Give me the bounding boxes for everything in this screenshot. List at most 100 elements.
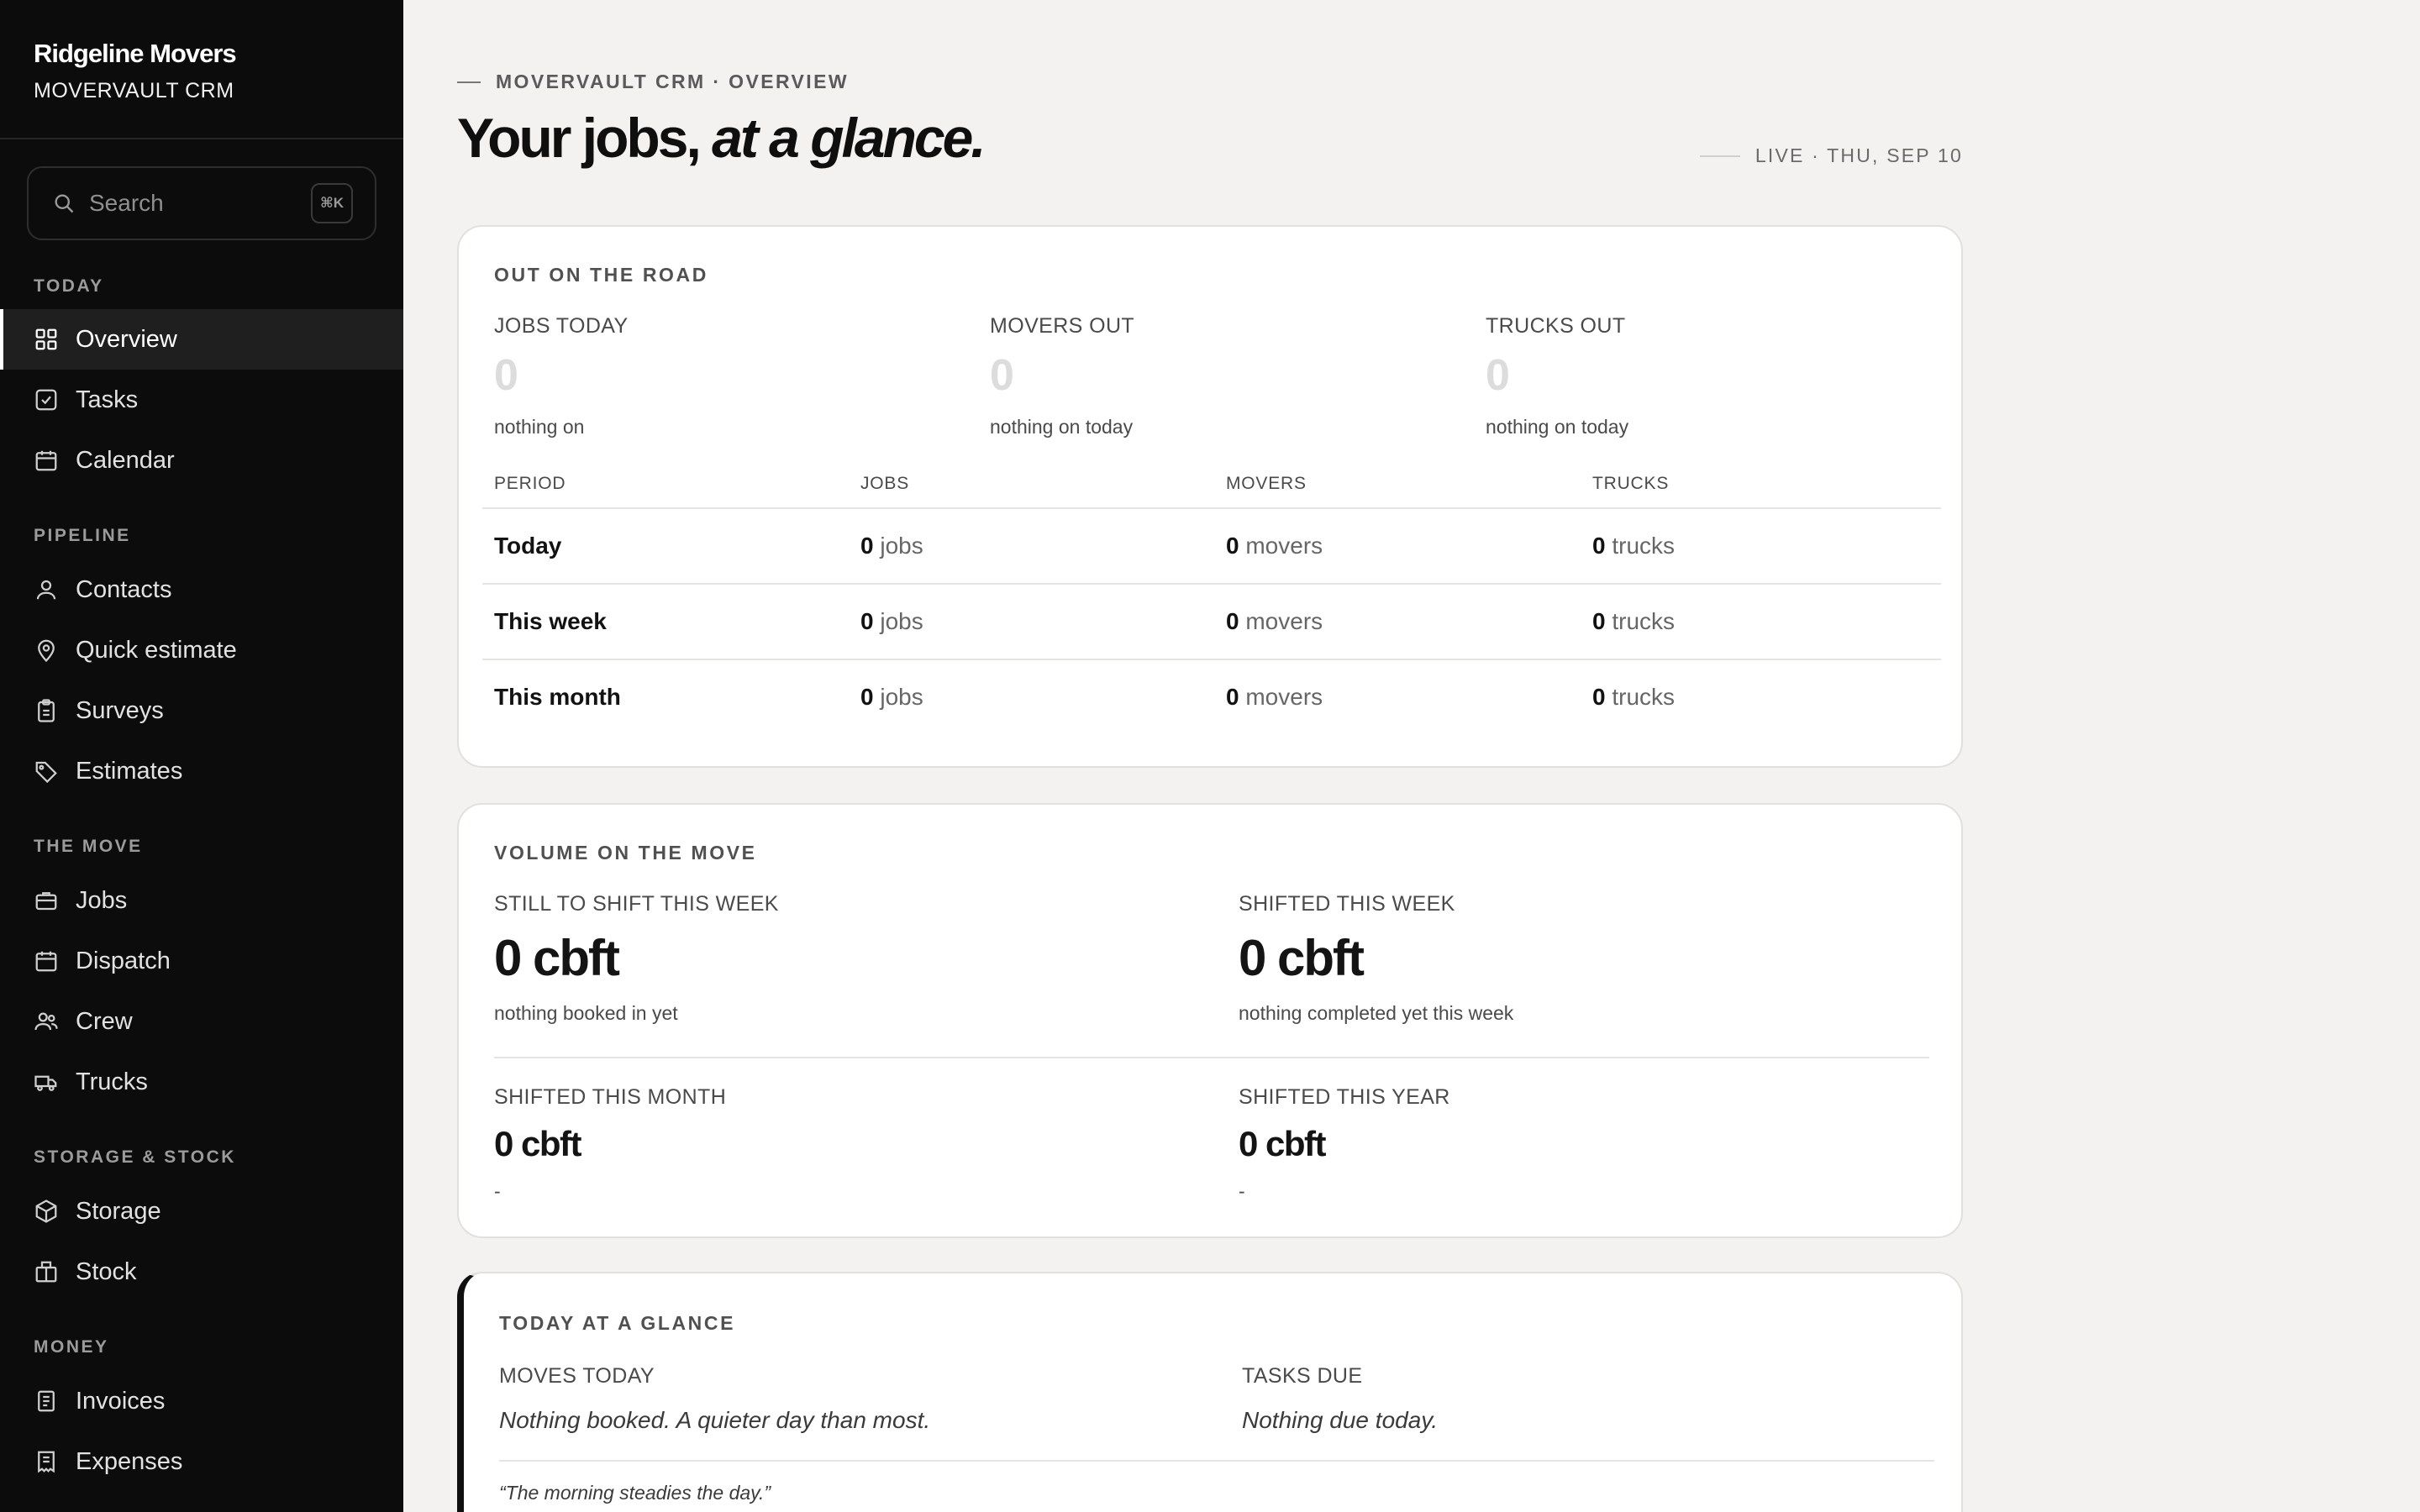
cell-value: 0 — [1226, 533, 1239, 559]
sidebar-item-expenses[interactable]: Expenses — [0, 1431, 403, 1492]
tasks-due: TASKS DUE Nothing due today. — [1242, 1364, 1931, 1434]
stat-label: MOVERS OUT — [990, 314, 1135, 338]
sidebar-item-invoices[interactable]: Invoices — [0, 1371, 403, 1431]
sidebar: Ridgeline Movers MOVERVAULT CRM Search ⌘… — [0, 0, 403, 1512]
sidebar-item-calendar[interactable]: Calendar — [0, 430, 403, 491]
calendar-icon — [34, 448, 59, 473]
volume-shifted-week: SHIFTED THIS WEEK 0 cbft nothing complet… — [1239, 892, 1911, 1025]
brand-name: Ridgeline Movers — [34, 39, 237, 68]
cell-unit: jobs — [880, 684, 923, 710]
stat-note: nothing on today — [1486, 416, 1629, 438]
sidebar-item-trucks[interactable]: Trucks — [0, 1052, 403, 1112]
sidebar-item-jobs[interactable]: Jobs — [0, 870, 403, 931]
moves-today: MOVES TODAY Nothing booked. A quieter da… — [499, 1364, 1188, 1434]
volume-note: - — [1239, 1180, 1245, 1202]
search-input[interactable]: Search ⌘K — [27, 166, 376, 240]
glance-text: Nothing due today. — [1242, 1407, 1438, 1433]
sidebar-item-label: Contacts — [76, 575, 172, 603]
today-at-a-glance-card: TODAY AT A GLANCE MOVES TODAY Nothing bo… — [457, 1272, 1963, 1512]
stat-note: nothing on — [494, 416, 585, 438]
period-cell: This month — [494, 684, 621, 710]
sidebar-item-tasks[interactable]: Tasks — [0, 370, 403, 430]
sidebar-item-overview[interactable]: Overview — [0, 309, 403, 370]
stat-value: 0 — [1486, 351, 1510, 400]
volume-note: - — [494, 1180, 501, 1202]
brand-block: Ridgeline Movers MOVERVAULT CRM — [0, 0, 403, 139]
sidebar-item-label: Storage — [76, 1197, 161, 1225]
volume-label: SHIFTED THIS WEEK — [1239, 892, 1455, 916]
sidebar-item-surveys[interactable]: Surveys — [0, 680, 403, 741]
sidebar-item-label: Invoices — [76, 1387, 166, 1415]
sidebar-item-contacts[interactable]: Contacts — [0, 559, 403, 620]
stat-value: 0 — [990, 351, 1014, 400]
cell-value: 0 — [1226, 608, 1239, 634]
stat-label: TRUCKS OUT — [1486, 314, 1626, 338]
map-pin-icon — [34, 638, 59, 663]
sidebar-item-estimates[interactable]: Estimates — [0, 741, 403, 801]
sidebar-item-storage[interactable]: Storage — [0, 1181, 403, 1242]
checkbox-icon — [34, 387, 59, 412]
cell-value: 0 — [1592, 533, 1606, 559]
sidebar-item-label: Trucks — [76, 1068, 148, 1095]
clipboard-icon — [34, 698, 59, 723]
sidebar-item-dispatch[interactable]: Dispatch — [0, 931, 403, 991]
glance-label: MOVES TODAY — [499, 1364, 655, 1388]
cell-unit: trucks — [1612, 608, 1676, 634]
volume-value: 0 cbft — [494, 1124, 582, 1163]
title-main: Your jobs, — [457, 107, 702, 169]
cell-value: 0 — [860, 684, 874, 710]
movers-cell: 0 movers — [1226, 533, 1323, 559]
person-icon — [34, 577, 59, 602]
cell-unit: movers — [1245, 608, 1323, 634]
page-title: Your jobs, at a glance. — [457, 106, 986, 170]
volume-value: 0 cbft — [1239, 930, 1365, 986]
section-pipeline: PIPELINE — [34, 526, 131, 545]
sidebar-item-label: Quick estimate — [76, 636, 237, 664]
briefcase-icon — [34, 888, 59, 913]
stat-trucks-out: TRUCKS OUT 0 nothing on today — [1486, 314, 1956, 438]
volume-label: SHIFTED THIS MONTH — [494, 1085, 727, 1109]
page-eyebrow: MOVERVAULT CRM · OVERVIEW — [457, 71, 849, 93]
cell-unit: trucks — [1612, 533, 1676, 559]
period-cell: Today — [494, 533, 562, 559]
volume-on-the-move-card: VOLUME ON THE MOVE STILL TO SHIFT THIS W… — [457, 803, 1963, 1238]
sidebar-item-stock[interactable]: Stock — [0, 1242, 403, 1302]
movers-cell: 0 movers — [1226, 608, 1323, 635]
document-icon — [34, 1389, 59, 1414]
section-today: TODAY — [34, 276, 104, 296]
jobs-cell: 0 jobs — [860, 684, 923, 711]
title-italic: at a glance. — [712, 107, 986, 169]
cell-unit: jobs — [880, 533, 923, 559]
period-cell: This week — [494, 608, 607, 634]
section-the-move: THE MOVE — [34, 837, 143, 856]
stat-label: JOBS TODAY — [494, 314, 629, 338]
volume-value: 0 cbft — [1239, 1124, 1327, 1163]
shortcut-badge: ⌘K — [311, 183, 353, 223]
jobs-cell: 0 jobs — [860, 533, 923, 559]
card-title: OUT ON THE ROAD — [494, 264, 708, 286]
stat-jobs-today: JOBS TODAY 0 nothing on — [494, 314, 965, 438]
out-on-the-road-card: OUT ON THE ROAD JOBS TODAY 0 nothing on … — [457, 225, 1963, 768]
sidebar-item-quick-estimate[interactable]: Quick estimate — [0, 620, 403, 680]
cell-value: 0 — [860, 533, 874, 559]
cell-unit: movers — [1245, 684, 1323, 710]
sidebar-item-label: Expenses — [76, 1447, 183, 1475]
sidebar-item-label: Jobs — [76, 886, 128, 914]
live-date: LIVE · THU, SEP 10 — [1700, 144, 1963, 167]
cell-unit: trucks — [1612, 684, 1676, 710]
card-title: VOLUME ON THE MOVE — [494, 842, 757, 864]
sidebar-item-label: Surveys — [76, 696, 164, 724]
card-title: TODAY AT A GLANCE — [499, 1312, 736, 1334]
sidebar-item-crew[interactable]: Crew — [0, 991, 403, 1052]
divider — [494, 1057, 1929, 1058]
glance-text: Nothing booked. A quieter day than most. — [499, 1407, 931, 1433]
table-row: This week 0 jobs 0 movers 0 trucks — [482, 585, 1941, 660]
search-icon — [52, 192, 76, 215]
package-icon — [34, 1259, 59, 1284]
volume-label: STILL TO SHIFT THIS WEEK — [494, 892, 779, 916]
volume-shifted-year: SHIFTED THIS YEAR 0 cbft - — [1239, 1085, 1911, 1203]
jobs-cell: 0 jobs — [860, 608, 923, 635]
trucks-cell: 0 trucks — [1592, 608, 1675, 635]
stat-note: nothing on today — [990, 416, 1134, 438]
section-storage-stock: STORAGE & STOCK — [34, 1147, 236, 1167]
